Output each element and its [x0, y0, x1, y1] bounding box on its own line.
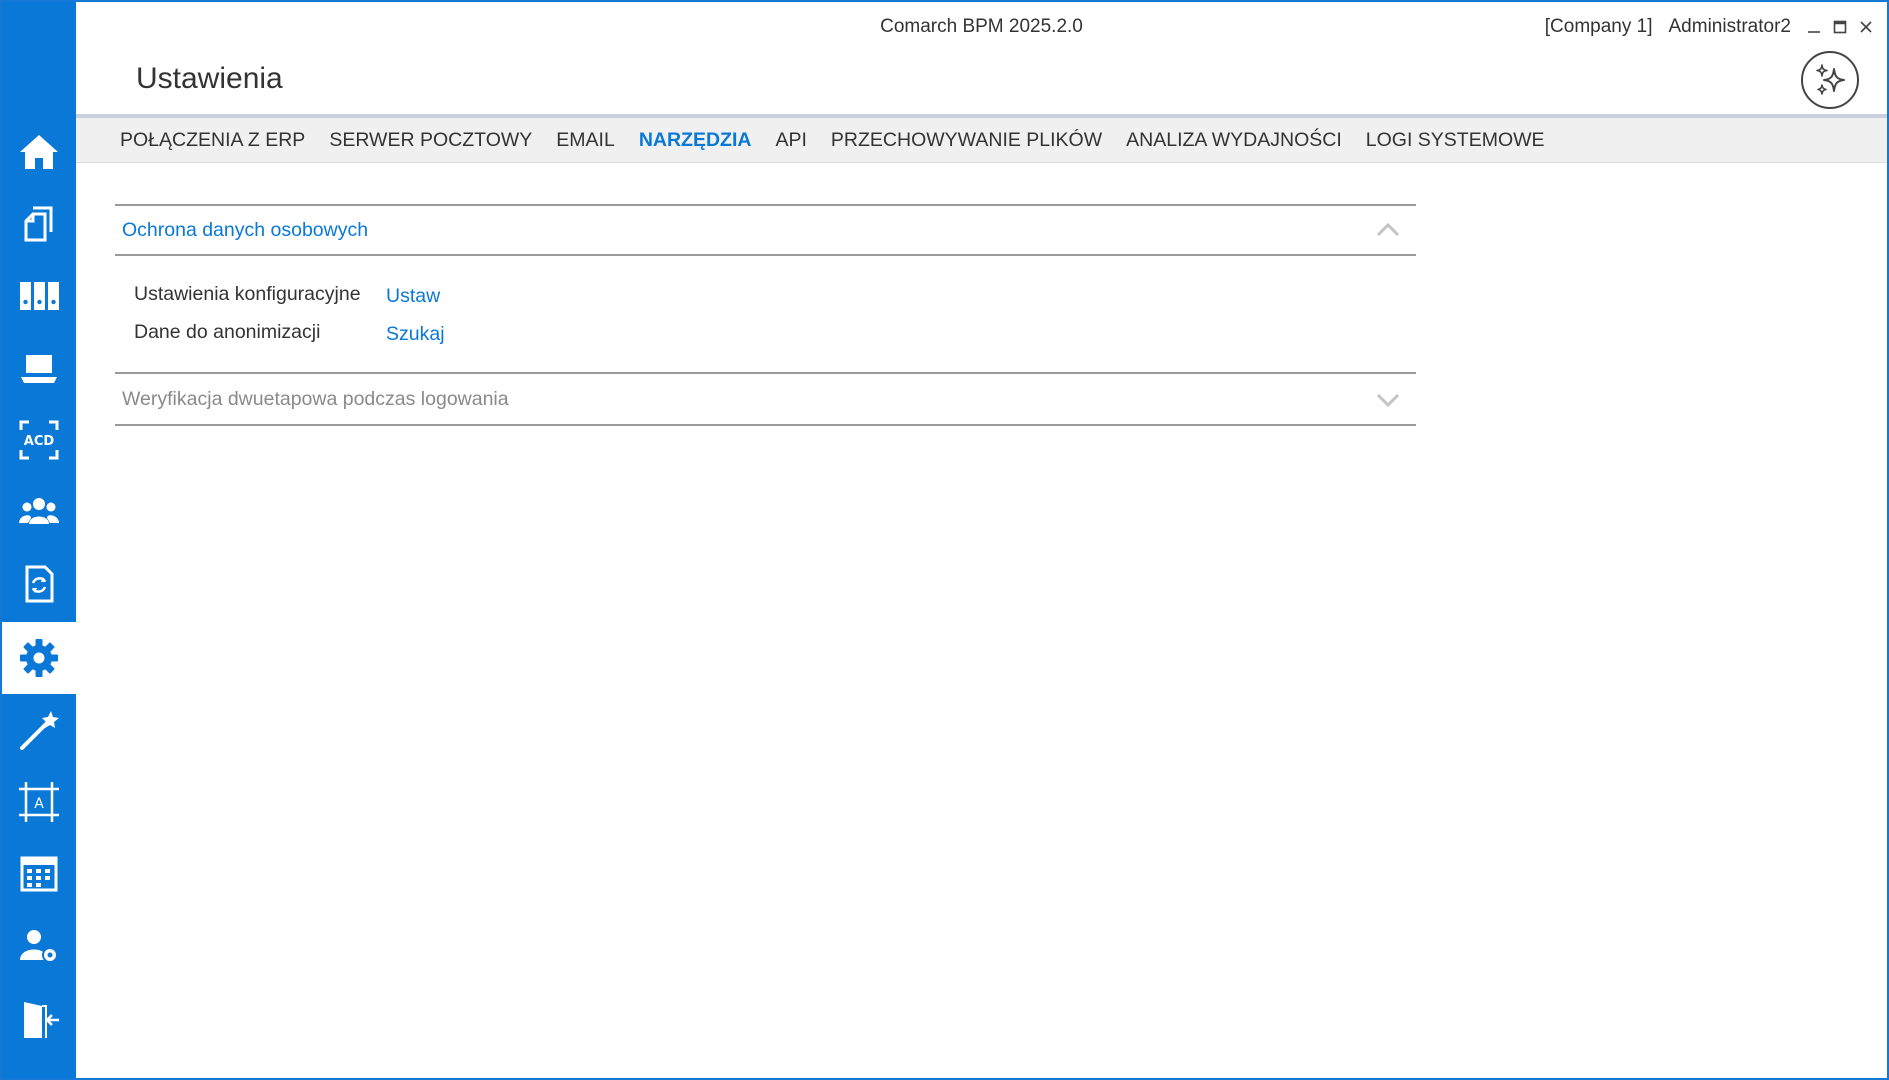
sidebar-item-documents[interactable] [2, 188, 76, 260]
set-config-link[interactable]: Ustaw [386, 285, 440, 308]
minimize-icon [1808, 31, 1820, 33]
section-header-two-factor[interactable]: Weryfikacja dwuetapowa podczas logowania [115, 374, 1416, 424]
tab-performance-analysis[interactable]: ANALIZA WYDAJNOŚCI [1126, 129, 1342, 152]
minimize-button[interactable] [1803, 12, 1825, 42]
section-title: Weryfikacja dwuetapowa podczas logowania [122, 387, 509, 410]
sidebar-item-users[interactable] [2, 476, 76, 548]
user-settings-icon [20, 930, 58, 963]
sidebar-item-document-sync[interactable] [2, 548, 76, 620]
page-title: Ustawienia [136, 62, 283, 95]
sidebar-item-user-settings[interactable] [2, 910, 76, 982]
binders-icon [20, 282, 59, 310]
sidebar-item-acd[interactable]: ACD [2, 404, 76, 476]
tab-bar: POŁĄCZENIA Z ERP SERWER POCZTOWY EMAIL N… [76, 118, 1887, 163]
tab-api[interactable]: API [775, 129, 806, 152]
tab-mail-server[interactable]: SERWER POCZTOWY [329, 129, 532, 152]
search-anonymization-link[interactable]: Szukaj [386, 323, 445, 346]
designer-frame-icon: A [19, 782, 59, 822]
maximize-icon [1833, 20, 1847, 34]
svg-text:ACD: ACD [24, 434, 55, 449]
tab-file-storage[interactable]: PRZECHOWYWANIE PLIKÓW [831, 129, 1102, 152]
maximize-button[interactable] [1829, 12, 1851, 42]
app-window: ACD A Comarch BPM 2025.2.0 [Company 1] A… [0, 0, 1889, 1080]
user-info: [Company 1] Administrator2 [1545, 16, 1791, 38]
section-title: Ochrona danych osobowych [122, 218, 369, 241]
calendar-icon [20, 856, 58, 892]
sidebar-item-settings[interactable] [2, 622, 76, 694]
close-icon [1860, 21, 1872, 33]
gear-icon [20, 639, 58, 677]
sidebar-item-designer[interactable]: A [2, 766, 76, 838]
title-bar: Comarch BPM 2025.2.0 [Company 1] Adminis… [76, 2, 1887, 54]
tab-email[interactable]: EMAIL [556, 129, 615, 152]
sidebar-item-home[interactable] [2, 116, 76, 188]
tab-erp-connections[interactable]: POŁĄCZENIA Z ERP [120, 129, 305, 152]
ai-assistant-button[interactable] [1801, 51, 1859, 109]
acd-scan-icon: ACD [19, 420, 59, 460]
section-header-personal-data[interactable]: Ochrona danych osobowych [115, 206, 1416, 256]
sidebar-item-calendar[interactable] [2, 838, 76, 910]
sidebar-item-binders[interactable] [2, 260, 76, 332]
laptop-icon [21, 355, 57, 383]
tab-tools[interactable]: NARZĘDZIA [639, 129, 752, 152]
user-label[interactable]: Administrator2 [1669, 16, 1792, 38]
chevron-up-icon [1376, 222, 1400, 237]
documents-icon [24, 206, 53, 242]
svg-text:A: A [34, 796, 44, 812]
config-settings-label: Ustawienia konfiguracyjne [134, 283, 361, 305]
section-personal-data-protection: Ochrona danych osobowych [115, 204, 1416, 256]
sidebar-item-wizard[interactable] [2, 694, 76, 766]
users-group-icon [19, 498, 59, 524]
chevron-down-icon [1376, 393, 1400, 408]
anonymization-data-label: Dane do anonimizacji [134, 321, 321, 343]
section-two-factor-auth: Weryfikacja dwuetapowa podczas logowania [115, 372, 1416, 426]
tab-system-logs[interactable]: LOGI SYSTEMOWE [1366, 129, 1545, 152]
sidebar: ACD A [2, 2, 76, 1078]
sidebar-item-laptop[interactable] [2, 332, 76, 404]
close-button[interactable] [1855, 12, 1877, 42]
magic-wand-icon [20, 711, 59, 750]
home-icon [20, 135, 58, 169]
tabs: POŁĄCZENIA Z ERP SERWER POCZTOWY EMAIL N… [120, 129, 1545, 152]
exit-door-icon [24, 1002, 59, 1038]
document-sync-icon [25, 565, 54, 603]
sidebar-item-logout[interactable] [2, 984, 76, 1056]
company-label: [Company 1] [1544, 16, 1653, 37]
sparkles-icon [1816, 64, 1845, 95]
